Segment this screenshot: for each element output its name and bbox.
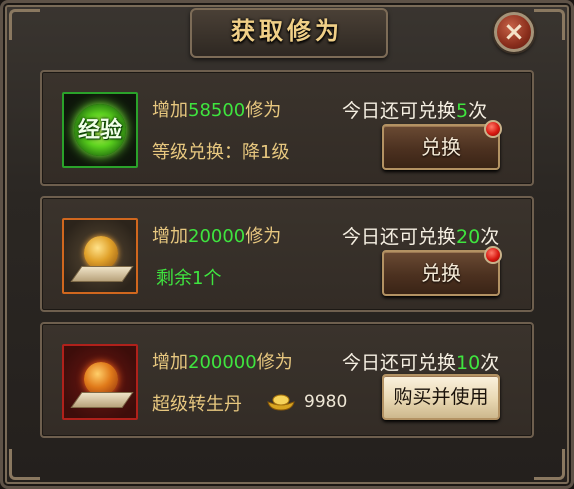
count-suffix: 次: [480, 352, 500, 374]
gain-suffix: 修为: [245, 226, 282, 247]
detail-text: 等级兑换：降1级: [152, 142, 290, 163]
orb-stand: [70, 392, 134, 408]
exp-item-slot[interactable]: 经验: [62, 92, 138, 168]
gain-amount: 200000: [188, 352, 257, 373]
notification-dot-icon: [484, 120, 502, 138]
count-value: 20: [456, 226, 481, 248]
remaining-count: 今日还可兑换20次: [342, 222, 499, 249]
pill-item-slot[interactable]: [62, 344, 138, 420]
exchange-button[interactable]: 兑换: [382, 124, 500, 170]
buy-and-use-button[interactable]: 购买并使用: [382, 374, 500, 420]
exp-badge-label: 经验: [77, 118, 122, 143]
count-suffix: 次: [480, 226, 500, 248]
count-value: 10: [456, 352, 481, 374]
exchange-row-exp: 经验 增加58500修为 等级兑换：降1级 今日还可兑换5次 兑换: [40, 70, 534, 186]
notification-dot-icon: [484, 246, 502, 264]
frame-corner-ornament: [9, 9, 40, 40]
orb-stand: [70, 266, 134, 282]
item-name: 超级转生丹: [152, 394, 242, 415]
gain-text: 增加200000修为: [152, 348, 293, 374]
count-prefix: 今日还可兑换: [342, 226, 457, 248]
gain-suffix: 修为: [245, 100, 282, 121]
gold-orb-icon: [84, 236, 118, 270]
gain-prefix: 增加: [152, 352, 188, 373]
frame-corner-ornament: [534, 449, 565, 480]
frame-corner-ornament: [534, 9, 565, 40]
gain-amount: 58500: [188, 100, 246, 121]
dialog-title: 获取修为: [231, 16, 343, 45]
close-icon: ×: [503, 17, 525, 47]
gain-prefix: 增加: [152, 226, 188, 247]
remaining-count: 今日还可兑换5次: [342, 96, 487, 123]
count-prefix: 今日还可兑换: [342, 100, 457, 122]
gain-suffix: 修为: [256, 352, 293, 373]
gain-text: 增加20000修为: [152, 222, 281, 248]
gold-ingot-icon: [267, 394, 295, 411]
exchange-row-pill: 增加200000修为 超级转生丹 9980 今日还可兑换10次 购买并使用: [40, 322, 534, 438]
price-value: 9980: [304, 392, 348, 412]
exchange-button[interactable]: 兑换: [382, 250, 500, 296]
red-orb-icon: [84, 362, 118, 396]
count-prefix: 今日还可兑换: [342, 352, 457, 374]
orb-item-slot[interactable]: [62, 218, 138, 294]
gain-text: 增加58500修为: [152, 96, 281, 122]
exchange-row-orb: 增加20000修为 剩余1个 今日还可兑换20次 兑换: [40, 196, 534, 312]
gain-amount: 20000: [188, 226, 246, 247]
close-button[interactable]: ×: [494, 12, 534, 52]
count-value: 5: [456, 100, 469, 122]
gain-prefix: 增加: [152, 100, 188, 121]
remaining-count: 今日还可兑换10次: [342, 348, 499, 375]
frame-corner-ornament: [9, 449, 40, 480]
remaining-items-text: 剩余1个: [156, 268, 222, 289]
count-suffix: 次: [468, 100, 488, 122]
